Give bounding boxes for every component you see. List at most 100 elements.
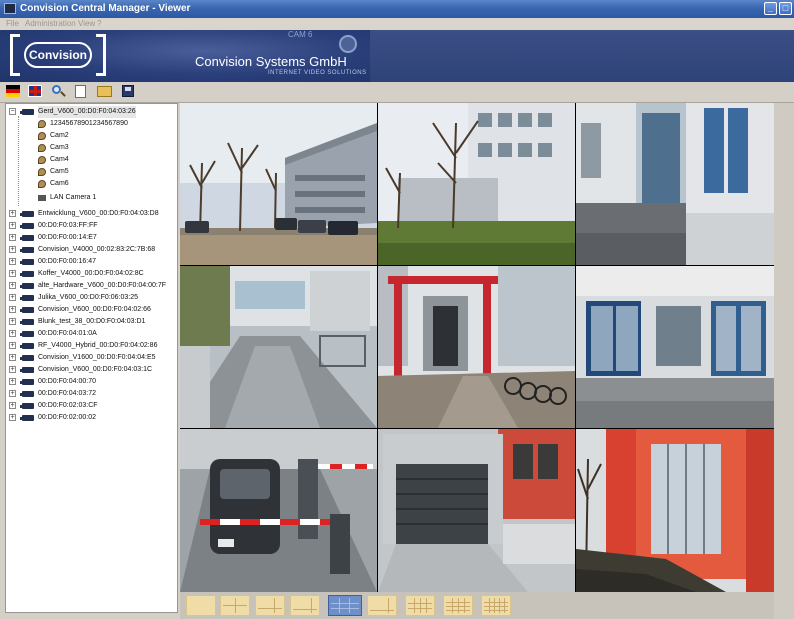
tree-camera-item[interactable]: Cam4 xyxy=(38,154,176,166)
grid-line xyxy=(331,603,359,604)
open-folder-icon[interactable] xyxy=(97,86,112,97)
german-flag-icon[interactable] xyxy=(6,85,20,97)
expand-toggle[interactable]: + xyxy=(9,390,16,397)
tree-item-label: 00:D0:F0:04:00:70 xyxy=(38,378,96,385)
layout-4x4-alt-button[interactable] xyxy=(443,595,473,616)
tree-device-item[interactable]: + Koffer_V4000_00:D0:F0:04:02:8C xyxy=(9,268,177,280)
tree-device-item[interactable]: + Convision_V4000_00:02:83:2C:7B:68 xyxy=(9,244,177,256)
tree-device-item[interactable]: + 00:D0:F0:04:03:72 xyxy=(9,388,177,400)
tree-device-item[interactable]: + Convision_V1600_00:D0:F0:04:04:E5 xyxy=(9,352,177,364)
layout-4x4-button[interactable] xyxy=(405,595,435,616)
grid-line xyxy=(339,598,340,613)
expand-toggle[interactable]: + xyxy=(9,306,16,313)
tree-device-item[interactable]: + 00:D0:F0:02:03:CF xyxy=(9,400,177,412)
video-cell-garage-door[interactable] xyxy=(378,429,575,592)
expand-toggle[interactable]: + xyxy=(9,414,16,421)
tree-device-item[interactable]: + 00:D0:F0:04:01:0A xyxy=(9,328,177,340)
expand-toggle[interactable]: + xyxy=(9,222,16,229)
company-banner: Convision CAM 6 Convision Systems GmbH I… xyxy=(0,30,794,82)
layout-2x2-button[interactable] xyxy=(220,595,250,616)
menu-file[interactable]: File xyxy=(6,19,19,28)
expand-toggle[interactable]: + xyxy=(9,354,16,361)
server-device-icon xyxy=(20,379,34,385)
minimize-button[interactable]: _ xyxy=(764,2,777,15)
server-device-icon xyxy=(20,403,34,409)
video-cell-garage-ramp[interactable] xyxy=(180,266,377,428)
tree-device-item[interactable]: + 00:D0:F0:00:16:47 xyxy=(9,256,177,268)
video-cell-red-frame-bicycles[interactable] xyxy=(378,266,575,428)
tree-device-item[interactable]: + Convision_V600_00:D0:F0:04:03:1C xyxy=(9,364,177,376)
expand-toggle[interactable]: + xyxy=(9,270,16,277)
video-grid xyxy=(180,103,774,592)
tree-item-label: Cam4 xyxy=(50,156,69,163)
logo-bracket-left xyxy=(10,34,20,76)
video-frame xyxy=(378,266,575,428)
tree-camera-item[interactable]: Cam6 xyxy=(38,178,176,190)
expand-toggle[interactable]: + xyxy=(9,402,16,409)
video-cell-parking-lot-building[interactable] xyxy=(180,103,377,265)
menu-administration[interactable]: Administration xyxy=(25,19,76,28)
tree-device-item[interactable]: + 00:D0:F0:02:00:02 xyxy=(9,412,177,424)
tree-item-label: Convision_V4000_00:02:83:2C:7B:68 xyxy=(38,246,156,253)
tree-device-item[interactable]: + RF_V4000_Hybrid_00:D0:F0:04:02:86 xyxy=(9,340,177,352)
video-cell-courtyard-trees[interactable] xyxy=(378,103,575,265)
video-cell-glass-entrance-doors[interactable] xyxy=(576,266,774,428)
tree-camera-item[interactable]: Cam3 xyxy=(38,142,176,154)
grid-line xyxy=(293,609,317,610)
layout-1-plus-7-button[interactable] xyxy=(367,595,397,616)
expand-toggle[interactable]: + xyxy=(9,330,16,337)
new-document-icon[interactable] xyxy=(75,85,86,98)
expand-toggle[interactable]: + xyxy=(9,342,16,349)
expand-toggle[interactable]: + xyxy=(9,246,16,253)
tree-connector xyxy=(18,116,19,206)
tree-item-label: Cam5 xyxy=(50,168,69,175)
tree-camera-item[interactable]: 12345678901234567890 xyxy=(38,118,176,130)
tree-camera-item[interactable]: Cam2 xyxy=(38,130,176,142)
server-device-icon xyxy=(20,367,34,373)
expand-toggle[interactable]: + xyxy=(9,258,16,265)
video-cell-building-entrance-glass[interactable] xyxy=(576,103,774,265)
expand-toggle[interactable]: + xyxy=(9,234,16,241)
expand-toggle[interactable]: + xyxy=(9,282,16,289)
grid-line xyxy=(414,598,415,613)
layout-1x1-button[interactable] xyxy=(186,595,216,616)
tree-camera-item[interactable]: LAN Camera 1 xyxy=(38,192,176,204)
tree-camera-item[interactable]: Cam5 xyxy=(38,166,176,178)
camera-icon xyxy=(38,120,46,128)
grid-line xyxy=(274,598,275,613)
tree-item-label: 00:D0:F0:04:03:72 xyxy=(38,390,96,397)
tree-device-item[interactable]: + Blunk_test_38_00:D0:F0:04:03:D1 xyxy=(9,316,177,328)
expand-toggle[interactable]: + xyxy=(9,210,16,217)
expand-toggle[interactable]: + xyxy=(9,294,16,301)
tree-device-item[interactable]: + 00:D0:F0:00:14:E7 xyxy=(9,232,177,244)
tree-device-item[interactable]: + Convision_V600_00:D0:F0:04:02:66 xyxy=(9,304,177,316)
layout-5x5-button[interactable] xyxy=(481,595,511,616)
search-icon[interactable] xyxy=(52,85,66,98)
grid-line xyxy=(311,598,312,613)
layout-1-plus-5-button[interactable] xyxy=(290,595,320,616)
menu-view[interactable]: View xyxy=(78,19,95,28)
expand-toggle[interactable]: + xyxy=(9,378,16,385)
tree-device-item[interactable]: + alte_Hardware_V600_00:D0:F0:04:00:7F xyxy=(9,280,177,292)
server-device-icon xyxy=(20,391,34,397)
tree-root-item[interactable]: − Gerd_V600_00:D0:F0:04:03:26 xyxy=(9,106,177,118)
maximize-button[interactable]: □ xyxy=(779,2,792,15)
layout-3x3-button[interactable] xyxy=(328,595,362,616)
menu-help[interactable]: ? xyxy=(97,19,101,28)
tree-device-item[interactable]: + 00:D0:F0:04:00:70 xyxy=(9,376,177,388)
expand-toggle[interactable]: + xyxy=(9,318,16,325)
video-frame xyxy=(576,103,774,265)
uk-flag-icon[interactable] xyxy=(28,85,42,97)
video-cell-red-facade-windows[interactable] xyxy=(576,429,774,592)
layout-1-plus-3-button[interactable] xyxy=(255,595,285,616)
tree-device-item[interactable]: + Julika_V600_00:D0:F0:06:03:25 xyxy=(9,292,177,304)
tree-device-item[interactable]: + 00:D0:F0:03:FF:FF xyxy=(9,220,177,232)
tree-item-label: Entwicklung_V600_00:D0:F0:04:03:D8 xyxy=(38,210,159,217)
expand-toggle[interactable]: + xyxy=(9,366,16,373)
save-icon[interactable] xyxy=(122,85,134,97)
server-device-icon xyxy=(20,295,34,301)
tree-device-item[interactable]: + Entwicklung_V600_00:D0:F0:04:03:D8 xyxy=(9,208,177,220)
video-cell-car-barrier-gate[interactable] xyxy=(180,429,377,592)
camera-icon xyxy=(38,180,46,188)
collapse-toggle[interactable]: − xyxy=(9,108,16,115)
